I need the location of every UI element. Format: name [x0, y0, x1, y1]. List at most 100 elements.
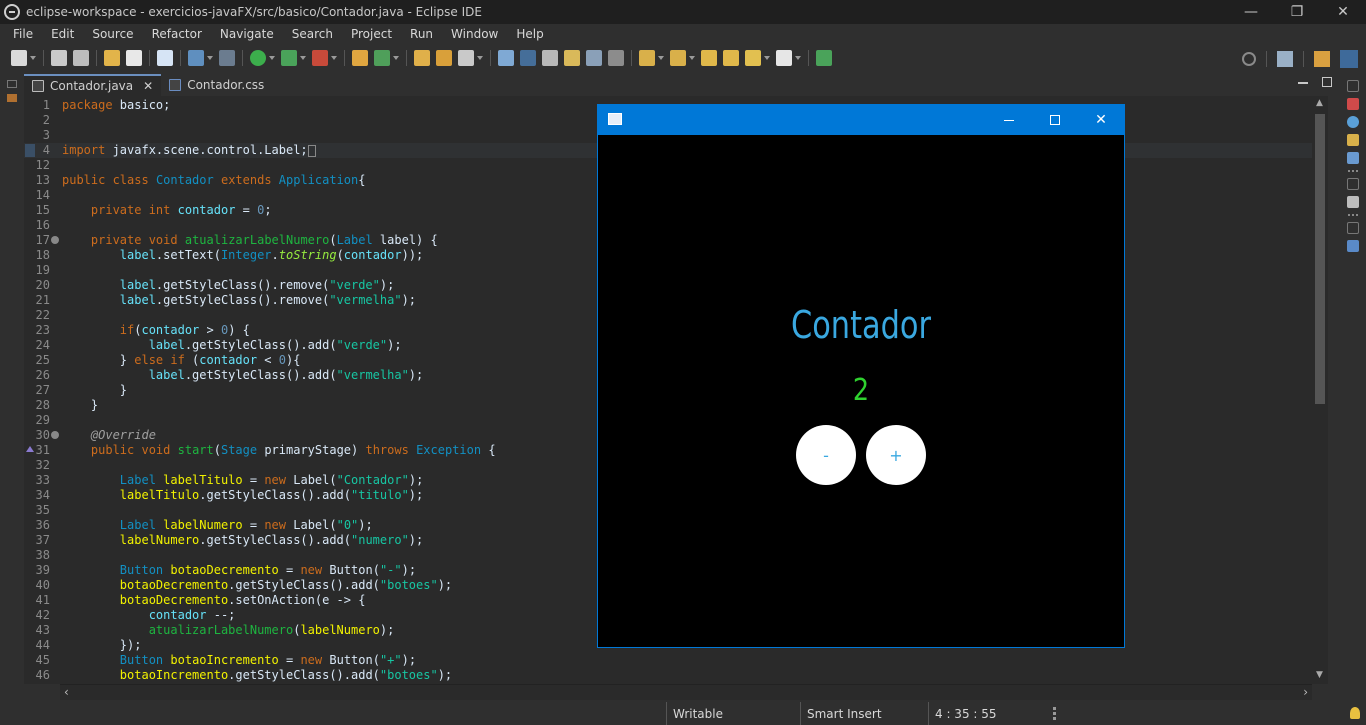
menu-source[interactable]: Source [83, 27, 142, 41]
console-icon[interactable] [1347, 196, 1359, 208]
pin-editor-icon[interactable] [816, 50, 832, 66]
type-name: Stage [220, 443, 258, 457]
folded-imports-icon[interactable] [307, 144, 316, 157]
minimize-editor-icon[interactable] [1298, 82, 1308, 84]
decrement-button[interactable]: - [796, 425, 856, 485]
next-annotation-dropdown-icon[interactable] [658, 56, 664, 60]
app-close-button[interactable]: ✕ [1078, 105, 1124, 135]
window-minimize-button[interactable]: — [1228, 0, 1274, 24]
tab-contador-java[interactable]: Contador.java ✕ [24, 74, 162, 96]
coverage-icon[interactable] [281, 50, 297, 66]
external-tools-dropdown-icon[interactable] [331, 56, 337, 60]
search-dropdown-icon[interactable] [477, 56, 483, 60]
editor-vertical-scrollbar[interactable]: ▲ ▼ [1312, 96, 1328, 684]
class-name: Contador [155, 173, 214, 187]
previous-annotation-icon[interactable] [670, 50, 686, 66]
fold-toggle-icon[interactable] [51, 431, 59, 439]
menu-navigate[interactable]: Navigate [211, 27, 283, 41]
restore-view-icon[interactable] [1347, 178, 1359, 190]
java-perspective-icon[interactable] [1340, 50, 1358, 68]
previous-annotation-dropdown-icon[interactable] [689, 56, 695, 60]
open-resource-icon[interactable] [436, 50, 452, 66]
back-icon[interactable] [745, 50, 761, 66]
app-maximize-button[interactable] [1032, 105, 1078, 135]
menu-file[interactable]: File [4, 27, 42, 41]
drag-handle-icon[interactable] [1053, 707, 1056, 720]
new-icon[interactable] [11, 50, 27, 66]
scrollbar-thumb[interactable] [1315, 114, 1325, 404]
menu-project[interactable]: Project [342, 27, 401, 41]
open-type-icon[interactable] [414, 50, 430, 66]
search-toolbar-icon[interactable] [458, 50, 474, 66]
hierarchy-icon[interactable] [1347, 240, 1359, 252]
toggle-mark-occurrences-icon[interactable] [498, 50, 514, 66]
java-ee-perspective-icon[interactable] [1314, 51, 1330, 67]
toggle-highlight-icon[interactable] [520, 50, 536, 66]
new-class-dropdown-icon[interactable] [393, 56, 399, 60]
menu-edit[interactable]: Edit [42, 27, 83, 41]
forward-dropdown-icon[interactable] [795, 56, 801, 60]
back-dropdown-icon[interactable] [764, 56, 770, 60]
override-marker-icon[interactable] [26, 446, 34, 452]
restore-view-icon[interactable] [7, 80, 17, 88]
menu-search[interactable]: Search [283, 27, 342, 41]
scroll-up-icon[interactable]: ▲ [1316, 98, 1323, 108]
tab-contador-css[interactable]: Contador.css [161, 74, 272, 96]
window-restore-button[interactable]: ❐ [1274, 0, 1320, 24]
drag-handle-icon[interactable] [1348, 214, 1358, 216]
close-icon[interactable]: ✕ [143, 79, 153, 93]
toggle-breadcrumb-icon[interactable] [564, 50, 580, 66]
javadoc-icon[interactable] [1347, 152, 1359, 164]
line-number: 28 [35, 398, 50, 412]
next-annotation-icon[interactable] [639, 50, 655, 66]
menu-refactor[interactable]: Refactor [143, 27, 211, 41]
debug-icon[interactable] [188, 50, 204, 66]
debug-dropdown-icon[interactable] [207, 56, 213, 60]
next-edit-icon[interactable] [723, 50, 739, 66]
external-tools-icon[interactable] [312, 50, 328, 66]
skip-breakpoints-icon[interactable] [219, 50, 235, 66]
run-icon[interactable] [250, 50, 266, 66]
new-java-project-icon[interactable] [352, 50, 368, 66]
increment-button[interactable]: + [866, 425, 926, 485]
forward-icon[interactable] [776, 50, 792, 66]
open-perspective-icon[interactable] [1277, 51, 1293, 67]
menu-window[interactable]: Window [442, 27, 507, 41]
menu-run[interactable]: Run [401, 27, 442, 41]
new-dropdown-icon[interactable] [30, 56, 36, 60]
outline-icon[interactable] [1347, 116, 1359, 128]
save-icon[interactable] [51, 50, 67, 66]
save-all-icon[interactable] [73, 50, 89, 66]
package-explorer-icon[interactable] [7, 94, 17, 102]
tip-lightbulb-icon[interactable] [1350, 707, 1360, 719]
status-bar: Writable Smart Insert 4 : 35 : 55 [0, 702, 1366, 725]
show-whitespace-icon[interactable] [586, 50, 602, 66]
scroll-down-icon[interactable]: ▼ [1316, 670, 1323, 680]
restore-view-icon[interactable] [1347, 80, 1359, 92]
task-list-icon[interactable] [1347, 98, 1359, 110]
search-icon[interactable] [1242, 52, 1256, 66]
terminal-icon[interactable] [157, 50, 173, 66]
toggle-block-selection-icon[interactable] [542, 50, 558, 66]
app-minimize-button[interactable] [986, 105, 1032, 135]
restore-view-icon[interactable] [1347, 222, 1359, 234]
line-number: 21 [35, 293, 50, 307]
pilcrow-icon[interactable] [608, 50, 624, 66]
maximize-editor-icon[interactable] [1322, 77, 1332, 87]
scroll-left-icon[interactable]: ‹ [64, 685, 69, 699]
new-package-icon[interactable] [374, 50, 390, 66]
last-edit-icon[interactable] [701, 50, 717, 66]
problems-icon[interactable] [1347, 134, 1359, 146]
fold-toggle-icon[interactable] [51, 236, 59, 244]
window-close-button[interactable]: ✕ [1320, 0, 1366, 24]
menu-help[interactable]: Help [507, 27, 552, 41]
editor-horizontal-scrollbar[interactable]: ‹ › [60, 684, 1312, 700]
status-insert-mode[interactable]: Smart Insert [800, 702, 928, 725]
run-dropdown-icon[interactable] [269, 56, 275, 60]
redo-icon[interactable] [126, 50, 142, 66]
coverage-dropdown-icon[interactable] [300, 56, 306, 60]
code-text: ); [437, 578, 453, 592]
scroll-right-icon[interactable]: › [1303, 685, 1308, 699]
undo-icon[interactable] [104, 50, 120, 66]
drag-handle-icon[interactable] [1348, 170, 1358, 172]
